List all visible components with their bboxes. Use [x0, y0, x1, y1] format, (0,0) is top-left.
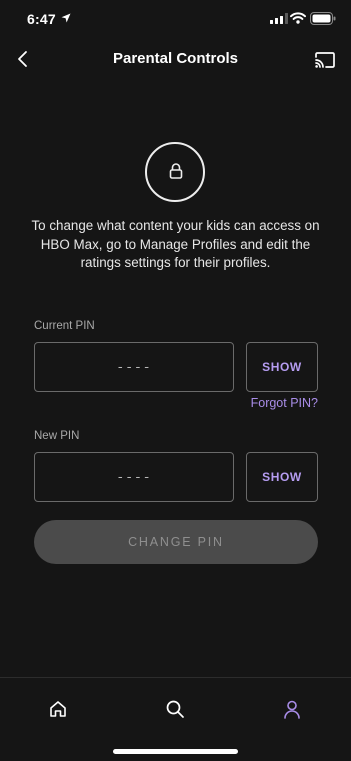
home-indicator — [113, 749, 238, 754]
profile-icon — [284, 700, 300, 719]
current-pin-label: Current PIN — [34, 320, 95, 332]
tab-home[interactable] — [43, 694, 73, 724]
cast-button[interactable] — [312, 48, 338, 72]
lock-badge — [145, 142, 205, 202]
home-icon — [50, 701, 66, 717]
show-current-pin-button[interactable]: SHOW — [246, 342, 318, 392]
show-new-pin-button[interactable]: SHOW — [246, 452, 318, 502]
change-pin-button[interactable]: CHANGE PIN — [34, 520, 318, 564]
forgot-pin-link[interactable]: Forgot PIN? — [230, 396, 318, 410]
page-title: Parental Controls — [112, 50, 239, 67]
search-icon — [166, 700, 184, 718]
new-pin-input[interactable] — [34, 452, 234, 502]
current-pin-input[interactable] — [34, 342, 234, 392]
cast-icon — [315, 52, 335, 68]
battery-icon — [310, 12, 336, 25]
tab-profile[interactable] — [277, 694, 307, 724]
wifi-icon — [290, 12, 306, 24]
tab-search[interactable] — [160, 694, 190, 724]
lock-icon — [169, 163, 183, 179]
status-time: 6:47 — [27, 11, 56, 27]
new-pin-label: New PIN — [34, 430, 80, 442]
description-text: To change what content your kids can acc… — [31, 218, 320, 270]
cellular-signal-icon — [270, 13, 288, 24]
header: Parental Controls — [0, 40, 351, 80]
status-bar: 6:47 — [0, 0, 351, 40]
location-arrow-icon — [61, 13, 71, 23]
